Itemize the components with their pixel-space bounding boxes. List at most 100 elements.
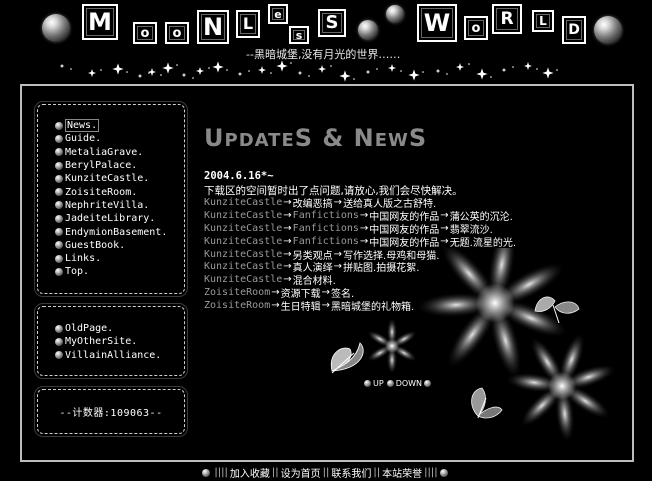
sparkle-icon — [112, 63, 124, 75]
sparkle-icon — [330, 65, 332, 67]
entry-section[interactable]: ZoisiteRoom — [204, 287, 270, 298]
sparkle-icon — [422, 71, 424, 73]
arrow-icon: → — [359, 222, 369, 234]
butterfly-icon — [330, 342, 364, 374]
footer-separator: |||| — [214, 467, 228, 478]
update-date: 2004.6.16*~ — [204, 170, 274, 182]
sparkle-icon — [148, 68, 156, 76]
arrow-icon: → — [283, 274, 292, 286]
bullet-icon — [55, 214, 63, 223]
nav-item-label: Top. — [65, 266, 90, 278]
entry-part[interactable]: 无题.流星的光. — [450, 234, 516, 249]
title-tile: o — [165, 22, 189, 44]
nav-item-berylpalace[interactable]: BerylPalace. — [55, 159, 167, 172]
nav-item-myothersite[interactable]: MyOtherSite. — [55, 335, 161, 348]
sparkle-icon — [88, 69, 96, 77]
nav-item-label: BerylPalace. — [65, 160, 138, 172]
nav-item-guide[interactable]: Guide. — [55, 132, 167, 145]
scroll-up-button[interactable]: UP — [364, 379, 384, 388]
scroll-down-button[interactable]: DOWN — [386, 379, 433, 388]
footer-link-bookmark[interactable]: 加入收藏 — [230, 465, 270, 480]
title-tile: o — [464, 16, 488, 40]
arrow-icon: → — [283, 209, 292, 221]
bullet-icon — [386, 380, 394, 387]
nav-item-label: NephriteVilla. — [65, 199, 150, 211]
secondary-nav-list: OldPage. MyOtherSite. VillainAlliance. — [55, 322, 161, 362]
arrow-icon: → — [440, 222, 449, 234]
sparkle-icon — [258, 66, 266, 74]
arrow-icon: → — [283, 222, 292, 234]
sparkle-icon — [160, 74, 162, 76]
bullet-icon — [55, 351, 63, 360]
nav-item-label: JadeiteLibrary. — [65, 213, 156, 225]
nav-item-endymionbasement[interactable]: EndymionBasement. — [55, 225, 167, 238]
nav-item-nephritevilla[interactable]: NephriteVilla. — [55, 199, 167, 212]
sparkle-icon — [176, 64, 178, 66]
entry-section[interactable]: KunziteCastle — [204, 197, 282, 208]
sparkle-icon — [365, 69, 371, 75]
sparkle-icon — [400, 70, 402, 72]
sparkle-icon — [408, 69, 420, 81]
sparkle-icon — [276, 60, 288, 72]
title-tile: M — [82, 4, 118, 40]
entry-part: 改编恶搞 — [292, 198, 333, 210]
entry-section[interactable]: KunziteCastle — [204, 223, 282, 234]
entry-section[interactable]: KunziteCastle — [204, 210, 282, 221]
bullet-icon — [55, 254, 63, 263]
bullet-icon — [55, 324, 63, 333]
scroll-up-label: UP — [373, 379, 384, 388]
entry-section[interactable]: KunziteCastle — [204, 261, 282, 272]
nav-item-news[interactable]: News. — [55, 119, 167, 133]
footer-separator: |||| — [424, 467, 438, 478]
scroll-down-label: DOWN — [395, 379, 423, 388]
nav-item-label: EndymionBasement. — [65, 226, 168, 238]
sparkle-icon — [70, 68, 72, 70]
title-part: S — [408, 124, 428, 152]
nav-item-jadeitelibrary[interactable]: JadeiteLibrary. — [55, 212, 167, 225]
sparkle-icon — [512, 66, 514, 68]
footer-separator: || — [373, 467, 381, 478]
bullet-icon — [424, 380, 432, 387]
nav-item-villainalliance[interactable]: VillainAlliance. — [55, 349, 161, 362]
bullet-icon — [55, 241, 63, 250]
nav-item-guestbook[interactable]: GuestBook. — [55, 239, 167, 252]
bullet-icon — [55, 267, 63, 276]
footer-link-contact[interactable]: 联系我们 — [331, 465, 371, 480]
nav-panel: News. Guide. MetaliaGrave. BerylPalace. … — [34, 101, 188, 297]
entry-section[interactable]: KunziteCastle — [204, 274, 282, 285]
footer-link-homepage[interactable]: 设为首页 — [281, 465, 321, 480]
nav-item-label: VillainAlliance. — [65, 349, 162, 361]
sparkle-icon — [318, 65, 326, 73]
sparkle-icon — [212, 61, 224, 73]
sparkle-icon — [308, 75, 310, 77]
nav-item-label: KunziteCastle. — [65, 173, 150, 185]
entry-section[interactable]: KunziteCastle — [204, 249, 282, 260]
arrow-icon: → — [333, 196, 343, 208]
sparkle-icon — [542, 67, 554, 79]
nav-item-label: GuestBook. — [65, 239, 126, 251]
bullet-icon — [55, 161, 63, 170]
entry-section[interactable]: ZoisiteRoom — [204, 300, 270, 311]
butterfly-icon — [471, 387, 503, 419]
entry-part: Fanfictions — [292, 209, 359, 221]
nav-item-label: Guide. — [65, 133, 102, 145]
bullet-icon — [364, 380, 371, 387]
nav-item-kunzitecastle[interactable]: KunziteCastle. — [55, 172, 167, 185]
nav-item-links[interactable]: Links. — [55, 252, 167, 265]
nav-item-metaliagrave[interactable]: MetaliaGrave. — [55, 146, 167, 159]
entry-part: Fanfictions — [292, 222, 359, 234]
arrow-icon: → — [440, 235, 449, 247]
sparkle-icon — [290, 62, 292, 64]
arrow-icon: → — [283, 248, 292, 260]
nav-item-top[interactable]: Top. — [55, 265, 167, 278]
entry-section[interactable]: KunziteCastle — [204, 236, 282, 247]
nav-item-zoisiteroom[interactable]: ZoisiteRoom. — [55, 185, 167, 198]
bullet-icon — [55, 148, 63, 157]
footer-separator: || — [271, 467, 279, 478]
nav-item-oldpage[interactable]: OldPage. — [55, 322, 161, 335]
sparkle-icon — [339, 70, 351, 82]
sparkle-divider — [59, 60, 558, 82]
sparkle-icon — [100, 69, 102, 71]
sparkle-icon — [196, 67, 204, 75]
footer-link-honors[interactable]: 本站荣誉 — [382, 465, 422, 480]
